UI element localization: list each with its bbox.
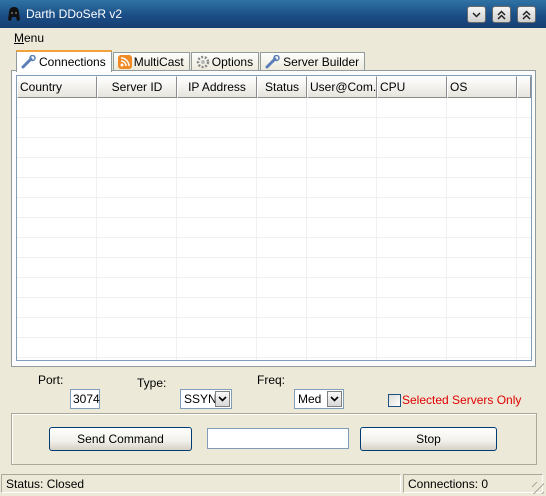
- wrench-icon: [265, 55, 280, 69]
- selected-servers-checkbox[interactable]: [388, 394, 401, 407]
- menu-bar: Menu: [0, 28, 546, 48]
- tab-label: Connections: [39, 55, 106, 69]
- double-chevron-up-icon: [497, 9, 506, 20]
- close-button[interactable]: [517, 6, 536, 23]
- tab-strip: Connections MultiCast Options Server Bui…: [16, 50, 366, 72]
- command-input[interactable]: [207, 428, 349, 449]
- port-input[interactable]: 3074: [70, 389, 100, 409]
- tab-label: Options: [211, 55, 254, 69]
- wrench-icon: [21, 55, 36, 69]
- maximize-button[interactable]: [492, 6, 511, 23]
- gear-icon: [196, 55, 209, 69]
- column-divider: [256, 98, 257, 360]
- main-window: Darth DDoSeR v2 Menu Connections MultiCa…: [0, 0, 546, 496]
- status-bar: Status: Closed Connections: 0: [0, 473, 546, 496]
- type-select-value: SSYN: [184, 392, 217, 406]
- menu-label: enu: [24, 31, 45, 45]
- connections-count: Connections: 0: [403, 474, 543, 493]
- title-bar[interactable]: Darth DDoSeR v2: [0, 0, 546, 28]
- port-label: Port:: [38, 373, 64, 387]
- column-divider: [446, 98, 447, 360]
- column-divider: [516, 98, 517, 360]
- vader-helmet-icon: [8, 7, 20, 21]
- table-body[interactable]: [17, 98, 531, 360]
- column-header-server-id[interactable]: Server ID: [97, 76, 177, 98]
- dropdown-arrow[interactable]: [327, 391, 342, 407]
- minimize-button[interactable]: [467, 6, 486, 23]
- freq-select[interactable]: Med: [294, 389, 344, 409]
- selected-servers-label[interactable]: Selected Servers Only: [402, 393, 521, 407]
- window-title: Darth DDoSeR v2: [26, 7, 123, 21]
- status-text: Status: Closed: [1, 474, 401, 493]
- column-divider: [306, 98, 307, 360]
- column-divider: [376, 98, 377, 360]
- connections-panel: Country Server ID IP Address Status User…: [11, 70, 536, 367]
- stop-button[interactable]: Stop: [360, 427, 497, 451]
- column-header-os[interactable]: OS: [447, 76, 517, 98]
- chevron-down-icon: [218, 396, 227, 402]
- double-chevron-up-icon: [522, 9, 531, 20]
- tab-multicast[interactable]: MultiCast: [112, 52, 190, 71]
- tab-label: MultiCast: [133, 55, 184, 69]
- tab-label: Server Builder: [283, 55, 360, 69]
- column-header-filler: [517, 76, 531, 98]
- tab-server-builder[interactable]: Server Builder: [260, 52, 366, 71]
- tab-options[interactable]: Options: [190, 52, 260, 71]
- column-divider: [96, 98, 97, 360]
- chevron-down-icon: [472, 12, 481, 18]
- tab-connections[interactable]: Connections: [16, 50, 112, 72]
- type-select[interactable]: SSYN: [180, 389, 232, 409]
- menu-item-menu[interactable]: Menu: [14, 31, 44, 45]
- freq-label: Freq:: [257, 373, 286, 387]
- menu-mnemonic: M: [14, 31, 24, 45]
- column-header-user[interactable]: User@Com...: [307, 76, 377, 98]
- freq-select-value: Med: [298, 392, 322, 406]
- column-header-cpu[interactable]: CPU: [377, 76, 447, 98]
- column-divider: [176, 98, 177, 360]
- table-header: Country Server ID IP Address Status User…: [17, 76, 531, 98]
- dropdown-arrow[interactable]: [215, 391, 230, 407]
- rss-icon: [117, 55, 132, 69]
- connections-table[interactable]: Country Server ID IP Address Status User…: [16, 75, 532, 361]
- type-label: Type:: [137, 376, 167, 390]
- send-command-button[interactable]: Send Command: [49, 427, 192, 451]
- column-header-status[interactable]: Status: [257, 76, 307, 98]
- column-header-country[interactable]: Country: [17, 76, 97, 98]
- chevron-down-icon: [330, 396, 339, 402]
- column-header-ip-address[interactable]: IP Address: [177, 76, 257, 98]
- resize-grip-icon[interactable]: [532, 482, 544, 494]
